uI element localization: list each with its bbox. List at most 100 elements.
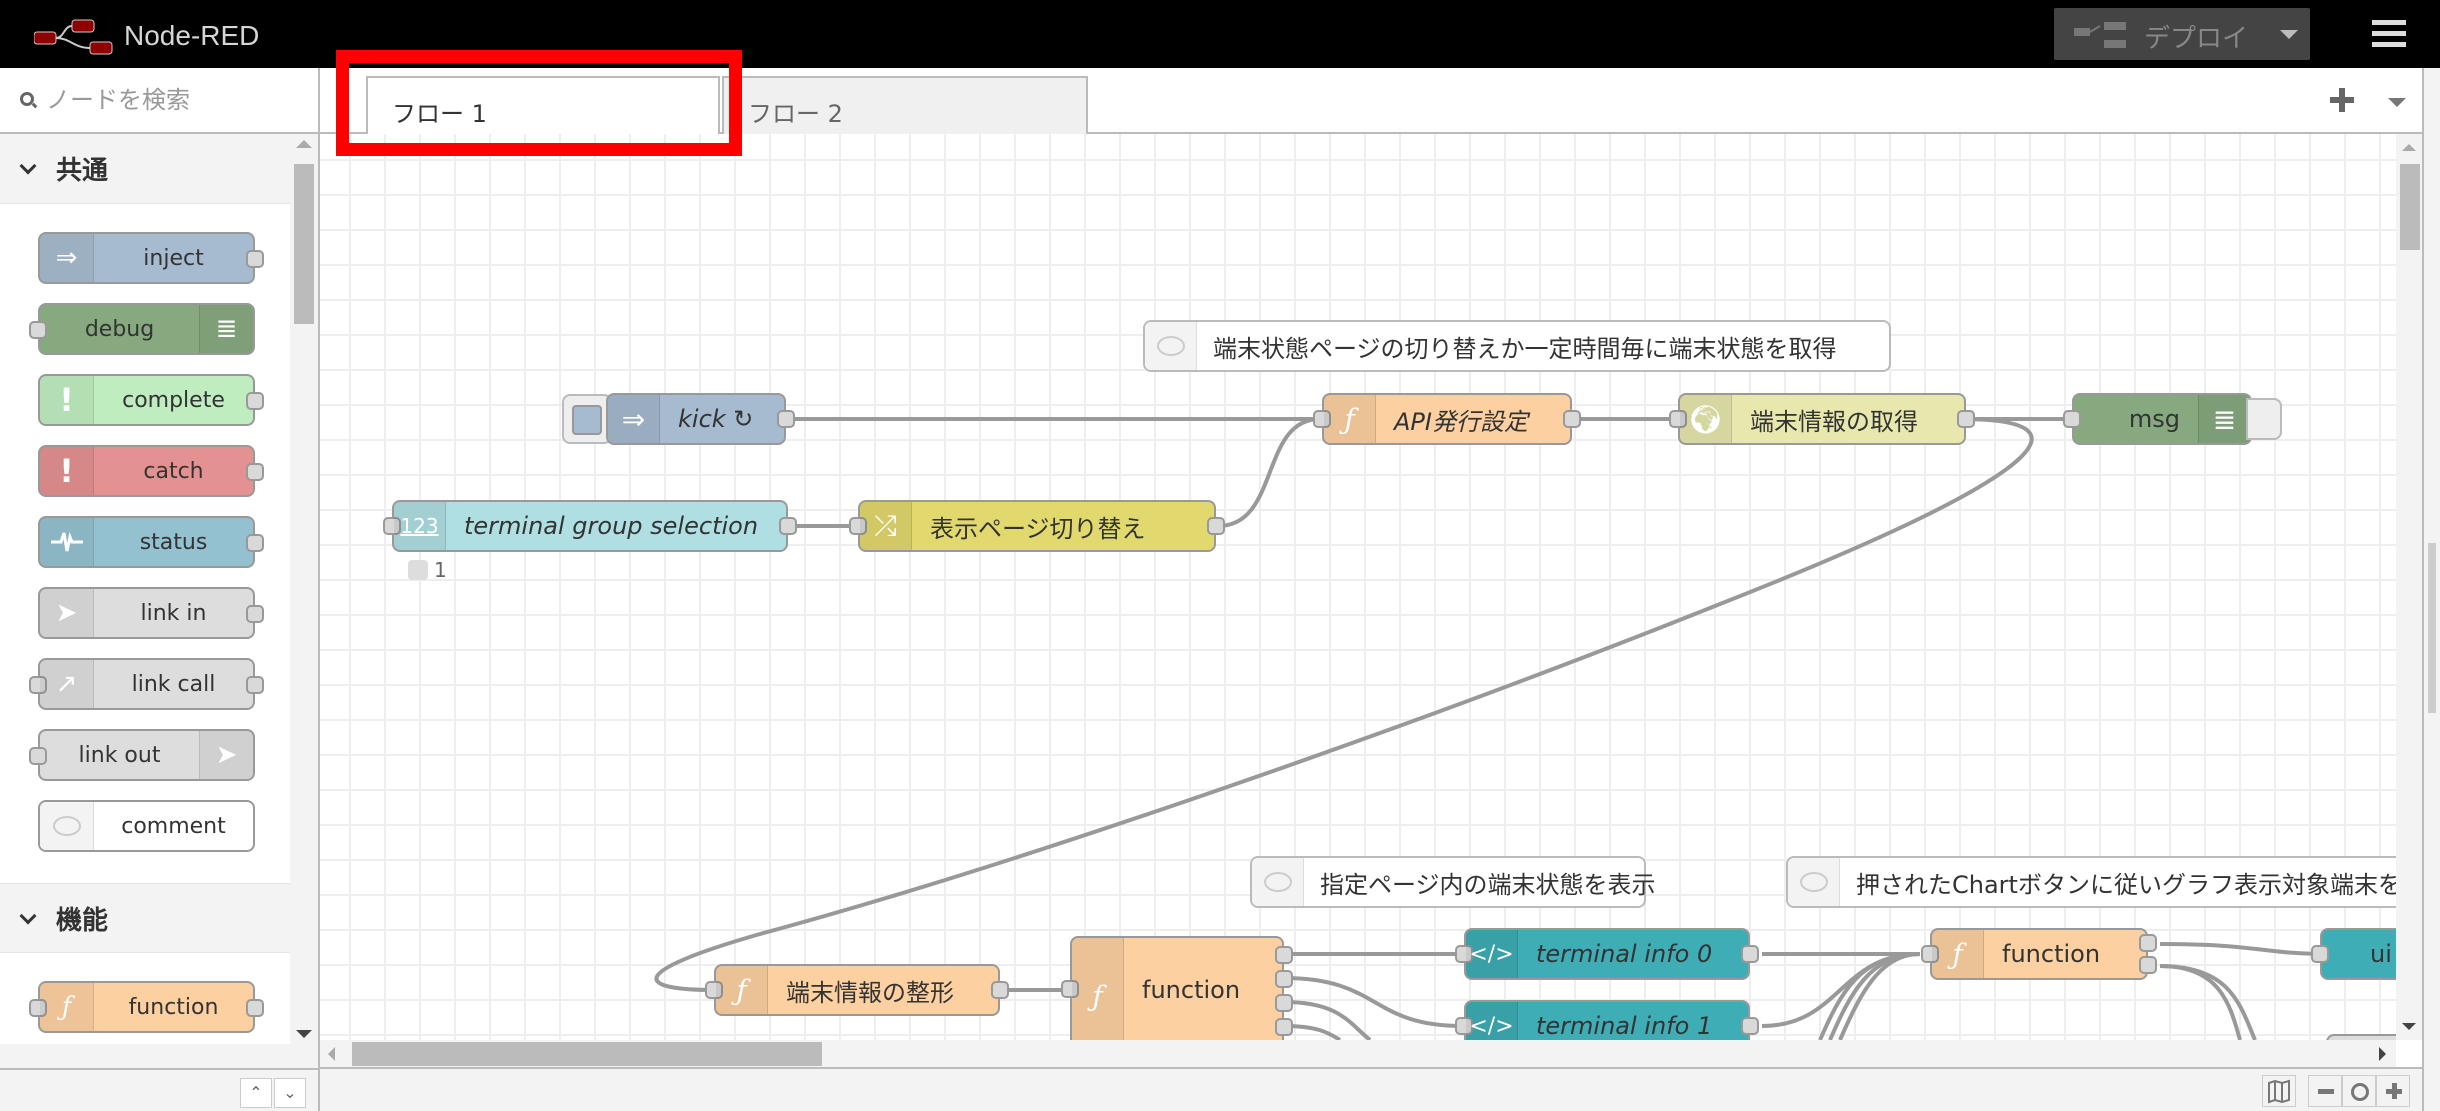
- shuffle-icon: ⤮: [860, 502, 912, 550]
- output-port[interactable]: [1207, 517, 1225, 535]
- input-port[interactable]: [2311, 945, 2329, 963]
- sidebar-resize-handle[interactable]: [2428, 543, 2436, 713]
- node-palette: 共通 ⇒ inject debug ≣ ! complete: [0, 68, 320, 1111]
- scroll-down-icon[interactable]: [2402, 1023, 2416, 1030]
- status-text: 1: [434, 558, 447, 582]
- flow-node-function-chart[interactable]: ƒ function: [1921, 928, 2157, 980]
- output-port[interactable]: [1275, 994, 1293, 1012]
- palette-node-catch[interactable]: ! catch: [38, 445, 264, 497]
- palette-node-inject[interactable]: ⇒ inject: [38, 232, 264, 284]
- zoom-in-button[interactable]: [2376, 1075, 2410, 1107]
- deploy-button[interactable]: デプロイ: [2054, 8, 2310, 60]
- scroll-right-icon[interactable]: [2379, 1047, 2386, 1061]
- comment-icon: [40, 802, 94, 850]
- chevron-down-icon: [19, 157, 37, 175]
- flow-node-ui[interactable]: ui c: [2311, 928, 2396, 980]
- wire-fnchart-o2a: [2159, 964, 2242, 1040]
- flow-node-page-switch[interactable]: ⤮ 表示ページ切り替え: [849, 500, 1225, 552]
- input-port[interactable]: [2063, 410, 2081, 428]
- tab-flow-1[interactable]: フロー 1: [366, 76, 720, 136]
- deploy-label: デプロイ: [2144, 24, 2249, 54]
- hamburger-menu-icon[interactable]: [2372, 20, 2406, 48]
- exclamation-icon: !: [40, 447, 94, 495]
- output-port[interactable]: [1275, 970, 1293, 988]
- output-port[interactable]: [2139, 934, 2157, 952]
- tab-flow-2[interactable]: フロー 2: [722, 76, 1088, 134]
- flow-canvas[interactable]: 端末状態ページの切り替えか一定時間毎に端末状態を取得 ⇒ kick ↻ 123 …: [320, 134, 2396, 1040]
- zoom-reset-button[interactable]: [2342, 1075, 2376, 1107]
- palette-node-label: complete: [122, 387, 225, 413]
- flow-node-api-setting[interactable]: ƒ API発行設定: [1313, 393, 1581, 445]
- palette-node-status[interactable]: status: [38, 516, 264, 568]
- palette-node-link-call[interactable]: ↗ link call: [29, 658, 264, 710]
- palette-node-debug[interactable]: debug ≣: [29, 303, 255, 355]
- palette-node-label: link call: [131, 671, 216, 697]
- palette-node-link-out[interactable]: link out ➤: [29, 729, 255, 781]
- debug-toggle-button[interactable]: [2246, 398, 2282, 440]
- deploy-dropdown-icon[interactable]: [2280, 30, 2298, 39]
- canvas-vertical-scrollbar[interactable]: [2396, 134, 2422, 1040]
- flow-node-msg-debug[interactable]: msg ≣: [2063, 393, 2252, 445]
- comment-node[interactable]: 端末状態ページの切り替えか一定時間毎に端末状態を取得: [1143, 320, 1891, 372]
- scrollbar-thumb[interactable]: [2400, 164, 2420, 250]
- palette-node-comment[interactable]: comment: [38, 800, 255, 852]
- palette-category-function[interactable]: 機能: [0, 883, 290, 953]
- output-port: [246, 676, 264, 694]
- comment-node[interactable]: 指定ページ内の端末状態を表示: [1250, 856, 1656, 908]
- flow-list-dropdown-icon[interactable]: [2388, 98, 2406, 107]
- flow-node-function-main[interactable]: ƒ function: [1061, 936, 1293, 1040]
- palette-category-common[interactable]: 共通: [0, 134, 290, 204]
- canvas-horizontal-scrollbar[interactable]: [320, 1040, 2396, 1067]
- output-port[interactable]: [2139, 956, 2157, 974]
- scrollbar-thumb[interactable]: [294, 164, 314, 324]
- flow-node-terminal-info-0[interactable]: </> terminal info 0: [1455, 928, 1759, 980]
- scrollbar-thumb[interactable]: [352, 1042, 822, 1066]
- output-port[interactable]: [991, 981, 1009, 999]
- flow-node-get-terminal-info[interactable]: 🌍︎ 端末情報の取得: [1669, 393, 1975, 445]
- palette-node-link-in[interactable]: ➤ link in: [38, 587, 264, 639]
- palette-node-function[interactable]: ƒ function: [29, 981, 264, 1033]
- map-icon: [2268, 1079, 2290, 1104]
- scroll-down-icon[interactable]: [296, 1030, 312, 1038]
- output-port[interactable]: [1563, 410, 1581, 428]
- zoom-out-button[interactable]: [2308, 1075, 2342, 1107]
- output-port[interactable]: [1275, 946, 1293, 964]
- output-port[interactable]: [777, 410, 795, 428]
- numeric-icon: 123: [394, 502, 446, 550]
- header-bar: Node-RED デプロイ: [0, 0, 2440, 68]
- add-flow-icon[interactable]: [2330, 88, 2354, 112]
- node-label: 端末情報の取得: [1750, 407, 1918, 436]
- navigator-button[interactable]: [2262, 1075, 2296, 1107]
- output-port: [246, 250, 264, 268]
- palette-search-input[interactable]: [46, 80, 306, 120]
- output-port[interactable]: [1957, 410, 1975, 428]
- wire-pageswitch-api: [1217, 417, 1321, 528]
- wire-fn-ti1: [1283, 976, 1463, 1028]
- palette-node-complete[interactable]: ! complete: [38, 374, 264, 426]
- collapse-all-button[interactable]: ⌃: [240, 1078, 272, 1108]
- output-port[interactable]: [779, 517, 797, 535]
- palette-scrollbar[interactable]: [290, 134, 316, 1044]
- comment-node[interactable]: 押されたChartボタンに従いグラフ表示対象端末を: [1786, 856, 2396, 908]
- output-port[interactable]: [1741, 945, 1759, 963]
- output-port: [246, 534, 264, 552]
- node-red-logo-icon: [34, 19, 113, 55]
- palette-search: [0, 68, 318, 134]
- scroll-up-icon[interactable]: [2402, 144, 2416, 151]
- deploy-icon: [2074, 22, 2126, 48]
- node-label: terminal info 1: [1536, 1012, 1713, 1040]
- flow-node-format-terminal-info[interactable]: ƒ 端末情報の整形: [705, 964, 1009, 1016]
- output-port[interactable]: [1275, 1018, 1293, 1036]
- flow-node-terminal-info-1[interactable]: </> terminal info 1: [1455, 1000, 1759, 1040]
- flow-node-kick[interactable]: ⇒ kick ↻: [606, 393, 795, 445]
- flow-node-terminal-group-selection[interactable]: 123 terminal group selection: [383, 500, 797, 552]
- output-port[interactable]: [1741, 1017, 1759, 1035]
- category-label: 共通: [56, 156, 109, 186]
- inject-trigger-button[interactable]: [562, 394, 612, 444]
- minus-icon: [2318, 1089, 2334, 1094]
- node-label: msg: [2128, 405, 2180, 433]
- node-label: 表示ページ切り替え: [930, 514, 1146, 543]
- expand-all-button[interactable]: ⌄: [274, 1078, 306, 1108]
- scroll-left-icon[interactable]: [328, 1047, 335, 1061]
- scroll-up-icon[interactable]: [296, 140, 312, 148]
